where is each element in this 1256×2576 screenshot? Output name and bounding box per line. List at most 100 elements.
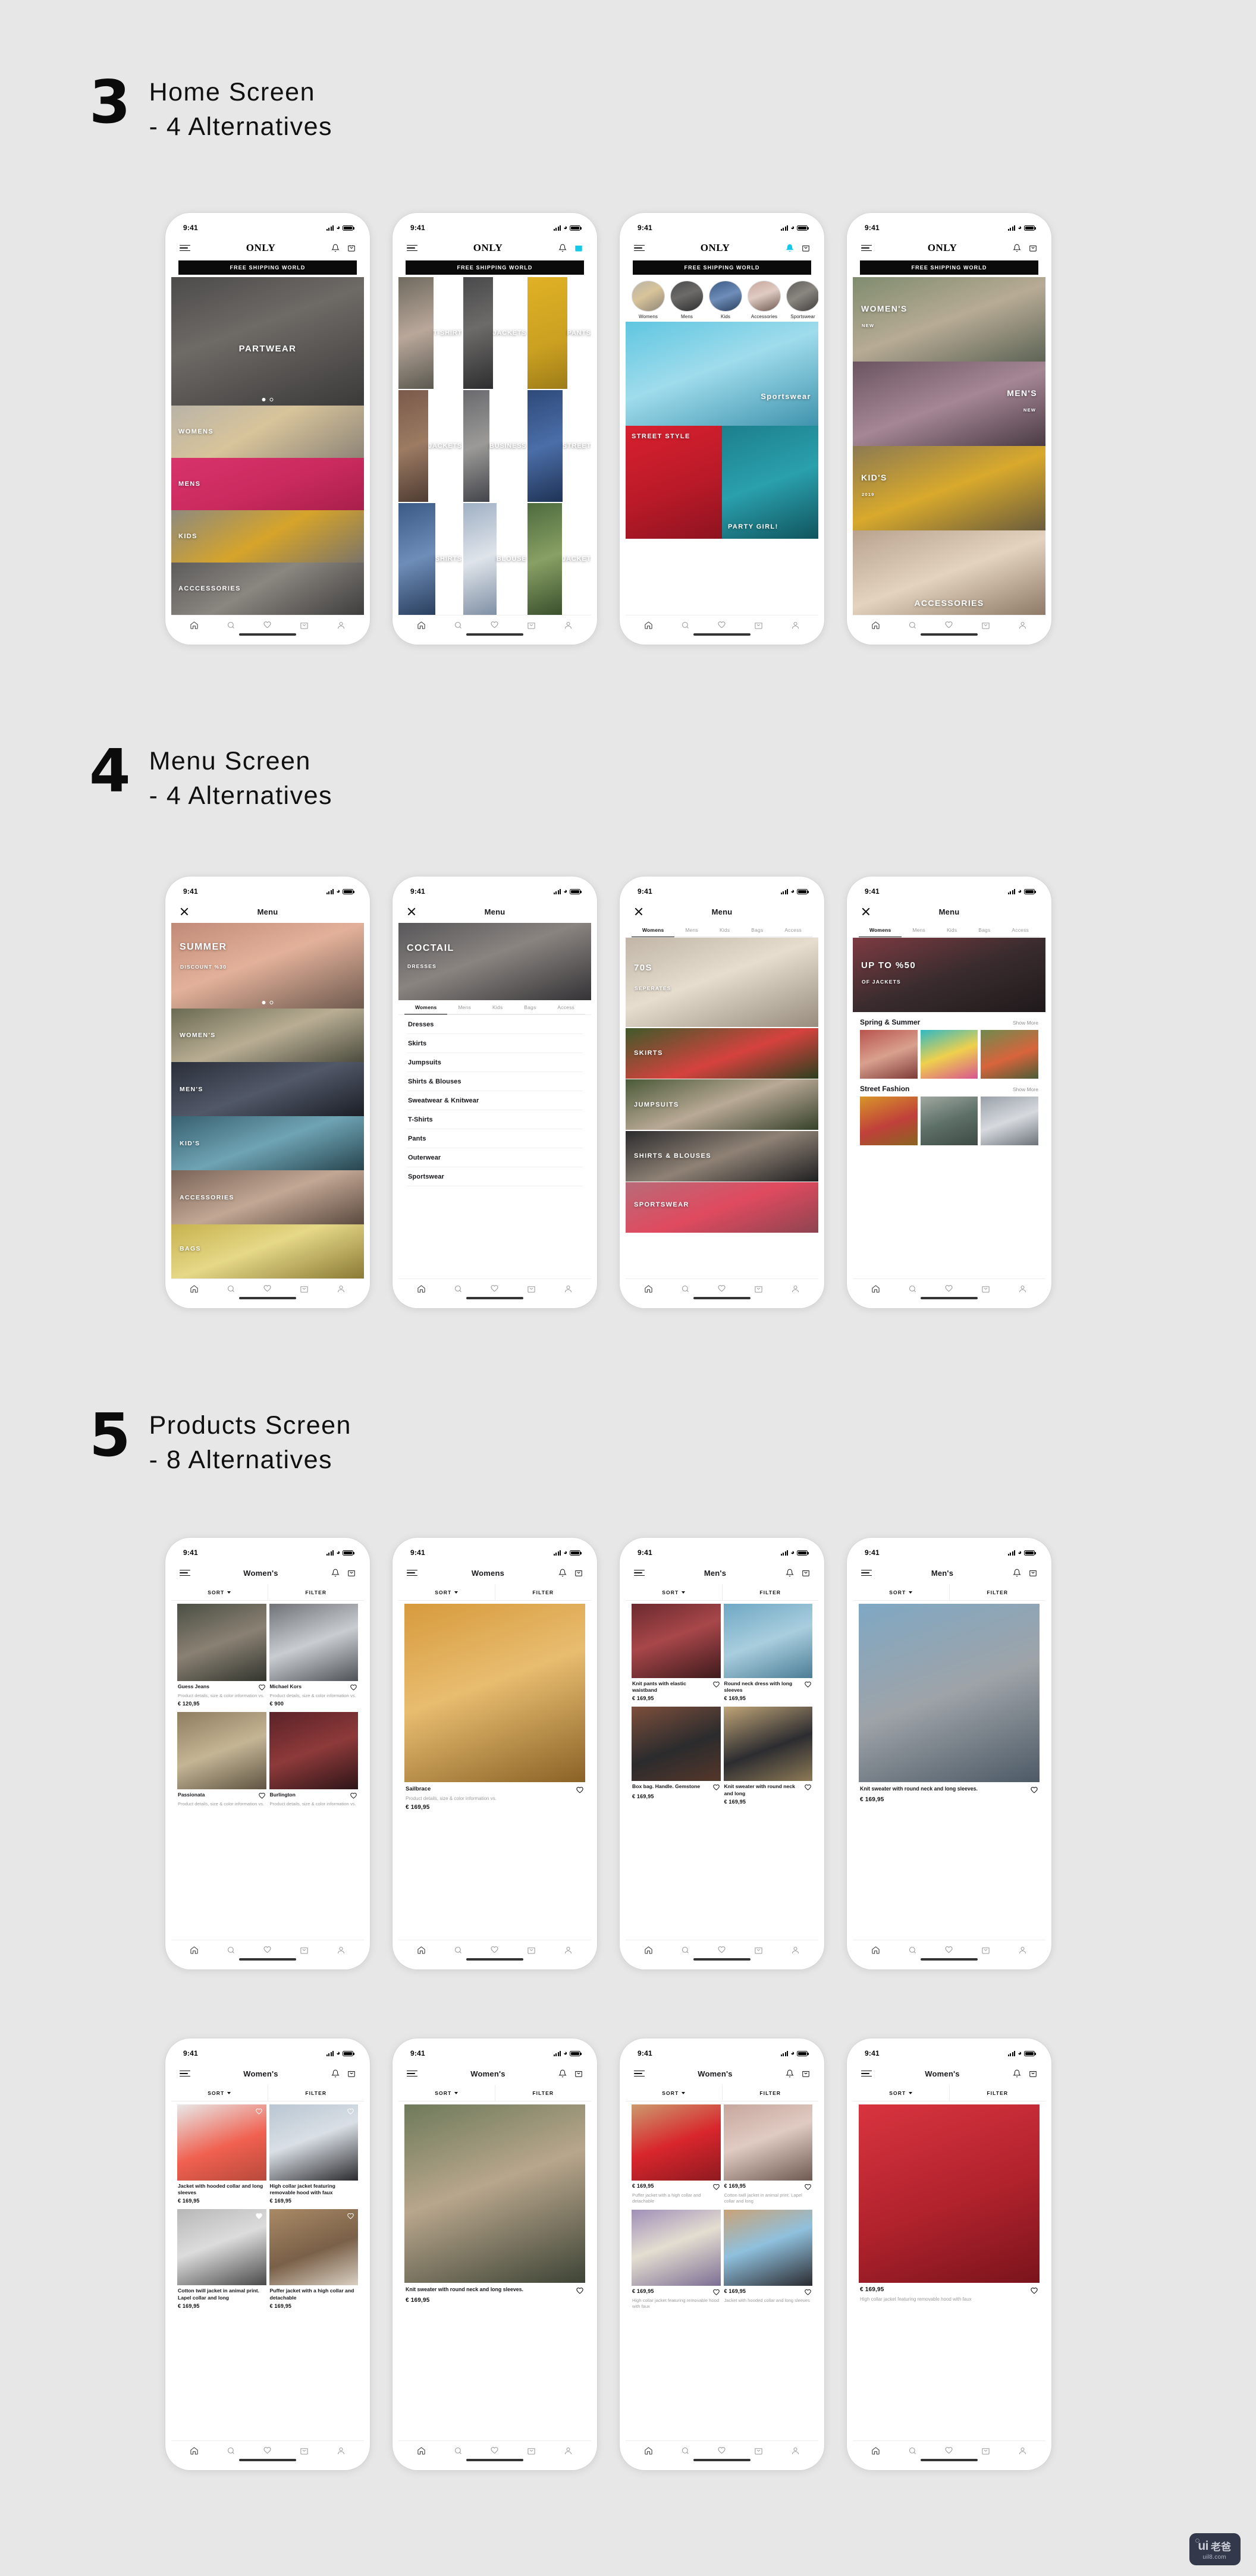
category-tabstrip[interactable]: Womens Mens Kids Bags Access — [853, 923, 1045, 938]
carousel-dots[interactable] — [262, 397, 274, 401]
heart-icon[interactable] — [1030, 1786, 1038, 1795]
bell-icon[interactable] — [558, 2069, 567, 2078]
heart-icon[interactable] — [258, 1792, 266, 1800]
profile-icon[interactable] — [1018, 2446, 1027, 2455]
search-icon[interactable] — [227, 1284, 236, 1293]
profile-icon[interactable] — [1018, 1946, 1027, 1955]
heart-icon[interactable] — [712, 2289, 720, 2297]
home-icon[interactable] — [871, 2446, 880, 2455]
heart-icon[interactable] — [717, 1284, 726, 1293]
story-rail[interactable]: Womens Mens Kids Accessories Sportswear — [626, 277, 818, 322]
heart-icon[interactable] — [804, 2184, 812, 2191]
heart-icon[interactable] — [350, 1792, 357, 1800]
sort-button[interactable]: SORT — [171, 1584, 268, 1600]
sort-button[interactable]: SORT — [626, 1584, 723, 1600]
tab-kids[interactable]: Kids — [708, 923, 741, 937]
tile-jackets[interactable]: JACKETS — [463, 277, 527, 389]
list-item[interactable]: Sweatwear & Knitwear — [407, 1091, 583, 1110]
bell-icon[interactable] — [558, 244, 567, 252]
home-icon[interactable] — [417, 621, 426, 630]
heart-icon[interactable] — [255, 2108, 263, 2116]
bag-icon[interactable] — [527, 1284, 536, 1293]
bell-icon[interactable] — [786, 1569, 794, 1577]
product-card[interactable]: Sailbrace Product details, size & color … — [404, 1604, 585, 1815]
menu-item-accessories[interactable]: ACCESSORIES — [171, 1170, 364, 1225]
tab-access[interactable]: Access — [1001, 923, 1040, 937]
home-icon[interactable] — [190, 621, 199, 630]
bag-icon-active[interactable] — [574, 244, 583, 252]
category-accessories[interactable]: ACCCESSORIES — [171, 562, 364, 615]
hamburger-icon[interactable] — [861, 244, 872, 252]
hamburger-icon[interactable] — [634, 1569, 645, 1576]
tab-mens[interactable]: Mens — [674, 923, 709, 937]
bell-icon[interactable] — [786, 2069, 794, 2078]
bag-icon[interactable] — [347, 244, 356, 252]
heart-icon[interactable] — [490, 1946, 499, 1955]
profile-icon[interactable] — [791, 1284, 800, 1293]
bag-icon[interactable] — [527, 621, 536, 630]
bag-icon[interactable] — [347, 1569, 356, 1577]
bell-icon[interactable] — [1013, 244, 1021, 252]
search-icon[interactable] — [681, 1946, 690, 1955]
close-icon[interactable] — [861, 907, 871, 916]
search-icon[interactable] — [908, 1284, 917, 1293]
bag-icon[interactable] — [574, 2069, 583, 2078]
thumb[interactable] — [920, 1097, 978, 1145]
heart-icon[interactable] — [804, 2289, 812, 2297]
heart-icon[interactable] — [717, 621, 726, 630]
home-icon[interactable] — [417, 1946, 426, 1955]
bag-icon[interactable] — [300, 1946, 309, 1955]
story-womens[interactable]: Womens — [632, 281, 665, 319]
tab-bags[interactable]: Bags — [740, 923, 774, 937]
category-womens[interactable]: WOMENS — [171, 405, 364, 458]
bag-icon[interactable] — [300, 1284, 309, 1293]
hamburger-icon[interactable] — [407, 2070, 417, 2077]
sort-button[interactable]: SORT — [853, 1584, 950, 1600]
bag-icon[interactable] — [300, 621, 309, 630]
category-tabstrip[interactable]: Womens Mens Kids Bags Access — [626, 923, 818, 938]
menu-item-sportswear[interactable]: SPORTSWEAR — [626, 1182, 818, 1233]
tab-bags[interactable]: Bags — [513, 1000, 547, 1014]
menu-item-mens[interactable]: MEN'S — [171, 1062, 364, 1117]
hamburger-icon[interactable] — [180, 2070, 190, 2077]
heart-icon[interactable] — [263, 1284, 272, 1293]
block-accessories[interactable]: ACCESSORIES — [853, 530, 1045, 615]
banner-street-style[interactable]: STREET STYLE — [626, 426, 722, 539]
home-icon[interactable] — [871, 1284, 880, 1293]
bag-icon[interactable] — [527, 2446, 536, 2455]
heart-icon-filled[interactable] — [255, 2213, 263, 2220]
hamburger-icon[interactable] — [634, 244, 645, 252]
bag-icon[interactable] — [981, 621, 990, 630]
thumb[interactable] — [981, 1097, 1039, 1145]
profile-icon[interactable] — [337, 2446, 346, 2455]
home-icon[interactable] — [417, 1284, 426, 1293]
product-card[interactable]: € 169,95 High collar jacket featuring re… — [632, 2210, 721, 2313]
banner-party-girl[interactable]: PARTY GIRL! — [722, 426, 818, 539]
home-icon[interactable] — [644, 621, 653, 630]
profile-icon[interactable] — [791, 2446, 800, 2455]
search-icon[interactable] — [908, 2446, 917, 2455]
search-icon[interactable] — [454, 1946, 463, 1955]
bag-icon[interactable] — [981, 1284, 990, 1293]
bag-icon[interactable] — [347, 2069, 356, 2078]
product-card[interactable]: Puffer jacket with a high collar and det… — [269, 2209, 358, 2312]
profile-icon[interactable] — [1018, 1284, 1027, 1293]
filter-button[interactable]: FILTER — [495, 1584, 592, 1600]
search-icon[interactable] — [227, 1946, 236, 1955]
menu-item-bags[interactable]: BAGS — [171, 1224, 364, 1278]
tile-tshirt[interactable]: T-SHIRT — [398, 277, 462, 389]
search-icon[interactable] — [227, 621, 236, 630]
heart-icon[interactable] — [717, 2446, 726, 2455]
tab-kids[interactable]: Kids — [481, 1000, 514, 1014]
home-icon[interactable] — [190, 2446, 199, 2455]
home-icon[interactable] — [644, 1946, 653, 1955]
list-item[interactable]: Pants — [407, 1129, 583, 1148]
heart-icon[interactable] — [576, 2287, 584, 2295]
home-icon[interactable] — [871, 621, 880, 630]
bell-icon[interactable] — [1013, 1569, 1021, 1577]
heart-icon[interactable] — [490, 621, 499, 630]
search-icon[interactable] — [454, 621, 463, 630]
product-card[interactable]: Jacket with hooded collar and long sleev… — [177, 2104, 266, 2207]
menu-hero[interactable]: COCTAIL DRESSES — [398, 923, 591, 1000]
list-item[interactable]: Skirts — [407, 1034, 583, 1053]
